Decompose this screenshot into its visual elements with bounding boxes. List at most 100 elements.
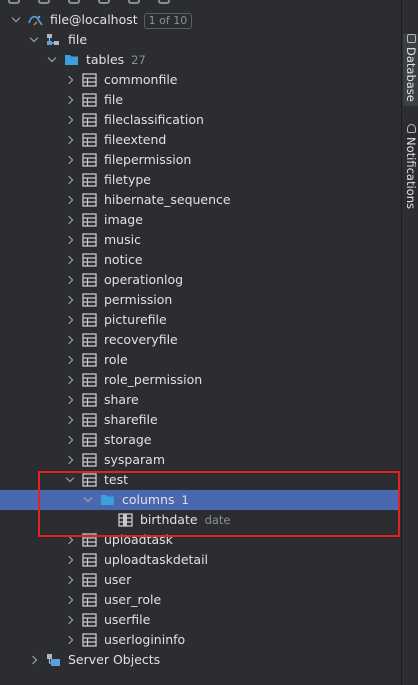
table-icon	[82, 233, 97, 247]
chevron-right-icon[interactable]	[64, 530, 76, 550]
tree-node-table[interactable]: hibernate_sequence	[0, 190, 400, 210]
chevron-right-icon[interactable]	[64, 190, 76, 210]
chevron-down-icon[interactable]	[82, 490, 94, 510]
toolbar-button-icon[interactable]	[128, 0, 140, 4]
tables-count: 27	[131, 53, 146, 67]
tree-node-table[interactable]: storage	[0, 430, 400, 450]
tree-node-table[interactable]: sharefile	[0, 410, 400, 430]
tree-node-table[interactable]: operationlog	[0, 270, 400, 290]
chevron-right-icon[interactable]	[64, 270, 76, 290]
tree-node-table[interactable]: user	[0, 570, 400, 590]
notifications-side-tab-label: Notifications	[404, 137, 418, 209]
table-icon	[82, 413, 97, 427]
folder-icon	[64, 53, 79, 67]
toolbar-button-icon[interactable]	[8, 0, 20, 4]
refresh-icon[interactable]	[68, 0, 80, 4]
tree-node-table[interactable]: recoveryfile	[0, 330, 400, 350]
tree-node-table[interactable]: notice	[0, 250, 400, 270]
table-icon	[82, 393, 97, 407]
tree-node-table[interactable]: userfile	[0, 610, 400, 630]
chevron-right-icon[interactable]	[64, 290, 76, 310]
tree-node-table[interactable]: commonfile	[0, 70, 400, 90]
tree-node-table[interactable]: uploadtask	[0, 530, 400, 550]
tree-node-table[interactable]: share	[0, 390, 400, 410]
tree-node-table[interactable]: file	[0, 90, 400, 110]
chevron-down-icon[interactable]	[10, 10, 22, 30]
chevron-right-icon[interactable]	[64, 110, 76, 130]
table-name: uploadtaskdetail	[104, 552, 209, 567]
table-name: share	[104, 392, 139, 407]
database-side-tab[interactable]: Database	[403, 34, 418, 106]
chevron-right-icon[interactable]	[64, 70, 76, 90]
chevron-right-icon[interactable]	[64, 570, 76, 590]
chevron-right-icon[interactable]	[64, 370, 76, 390]
chevron-right-icon[interactable]	[64, 590, 76, 610]
database-side-tab-label: Database	[404, 47, 418, 102]
bell-icon	[406, 124, 416, 133]
toolbar-button-icon[interactable]	[158, 0, 170, 4]
tree-node-table[interactable]: userlogininfo	[0, 630, 400, 650]
table-icon	[82, 253, 97, 267]
tree-node-table[interactable]: role	[0, 350, 400, 370]
tree-node-table[interactable]: fileclassification	[0, 110, 400, 130]
chevron-down-icon[interactable]	[28, 30, 40, 50]
chevron-right-icon[interactable]	[64, 350, 76, 370]
chevron-down-icon[interactable]	[64, 470, 76, 490]
tree-node-table[interactable]: uploadtaskdetail	[0, 550, 400, 570]
chevron-right-icon[interactable]	[64, 550, 76, 570]
table-icon	[82, 193, 97, 207]
tree-node-server-objects[interactable]: Server Objects	[0, 650, 400, 670]
chevron-right-icon[interactable]	[64, 390, 76, 410]
chevron-right-icon[interactable]	[64, 250, 76, 270]
chevron-right-icon[interactable]	[64, 130, 76, 150]
toolbar	[0, 0, 400, 8]
chevron-right-icon[interactable]	[64, 410, 76, 430]
chevron-down-icon[interactable]	[46, 50, 58, 70]
table-icon	[82, 113, 97, 127]
folder-icon	[100, 493, 115, 507]
chevron-right-icon[interactable]	[64, 450, 76, 470]
chevron-right-icon[interactable]	[64, 330, 76, 350]
table-icon	[82, 273, 97, 287]
tree-node-table-test[interactable]: test	[0, 470, 400, 490]
table-name: userlogininfo	[104, 632, 186, 647]
datasource-name: file@localhost	[50, 12, 138, 27]
tree-node-table[interactable]: user_role	[0, 590, 400, 610]
table-name: filetype	[104, 172, 151, 187]
chevron-right-icon[interactable]	[64, 230, 76, 250]
chevron-right-icon[interactable]	[64, 90, 76, 110]
tree-node-table[interactable]: filetype	[0, 170, 400, 190]
table-icon	[82, 453, 97, 467]
table-name: storage	[104, 432, 152, 447]
tree-node-table[interactable]: filepermission	[0, 150, 400, 170]
tree-node-table[interactable]: fileextend	[0, 130, 400, 150]
tree-node-table[interactable]: music	[0, 230, 400, 250]
tree-node-table[interactable]: image	[0, 210, 400, 230]
table-name: notice	[104, 252, 143, 267]
table-icon	[82, 633, 97, 647]
tree-node-columns-folder[interactable]: columns 1	[0, 490, 400, 510]
tree-node-schema[interactable]: file	[0, 30, 400, 50]
tree-node-column-birthdate[interactable]: birthdate date	[0, 510, 400, 530]
tree-node-datasource[interactable]: file@localhost 1 of 10	[0, 10, 400, 30]
chevron-right-icon[interactable]	[64, 630, 76, 650]
chevron-right-icon[interactable]	[64, 210, 76, 230]
tree-node-table[interactable]: role_permission	[0, 370, 400, 390]
toolbar-button-icon[interactable]	[38, 0, 50, 4]
tree-node-table[interactable]: picturefile	[0, 310, 400, 330]
chevron-right-icon[interactable]	[64, 610, 76, 630]
tree-node-table[interactable]: sysparam	[0, 450, 400, 470]
table-name: file	[104, 92, 124, 107]
chevron-right-icon[interactable]	[64, 310, 76, 330]
chevron-right-icon[interactable]	[64, 170, 76, 190]
chevron-right-icon[interactable]	[28, 650, 40, 670]
chevron-right-icon[interactable]	[64, 430, 76, 450]
tree-node-table[interactable]: permission	[0, 290, 400, 310]
table-name: sysparam	[104, 452, 165, 467]
table-icon	[82, 473, 97, 487]
notifications-side-tab[interactable]: Notifications	[403, 124, 418, 214]
toolbar-button-icon[interactable]	[98, 0, 110, 4]
table-icon	[82, 593, 97, 607]
chevron-right-icon[interactable]	[64, 150, 76, 170]
tree-node-tables-group[interactable]: tables 27	[0, 50, 400, 70]
